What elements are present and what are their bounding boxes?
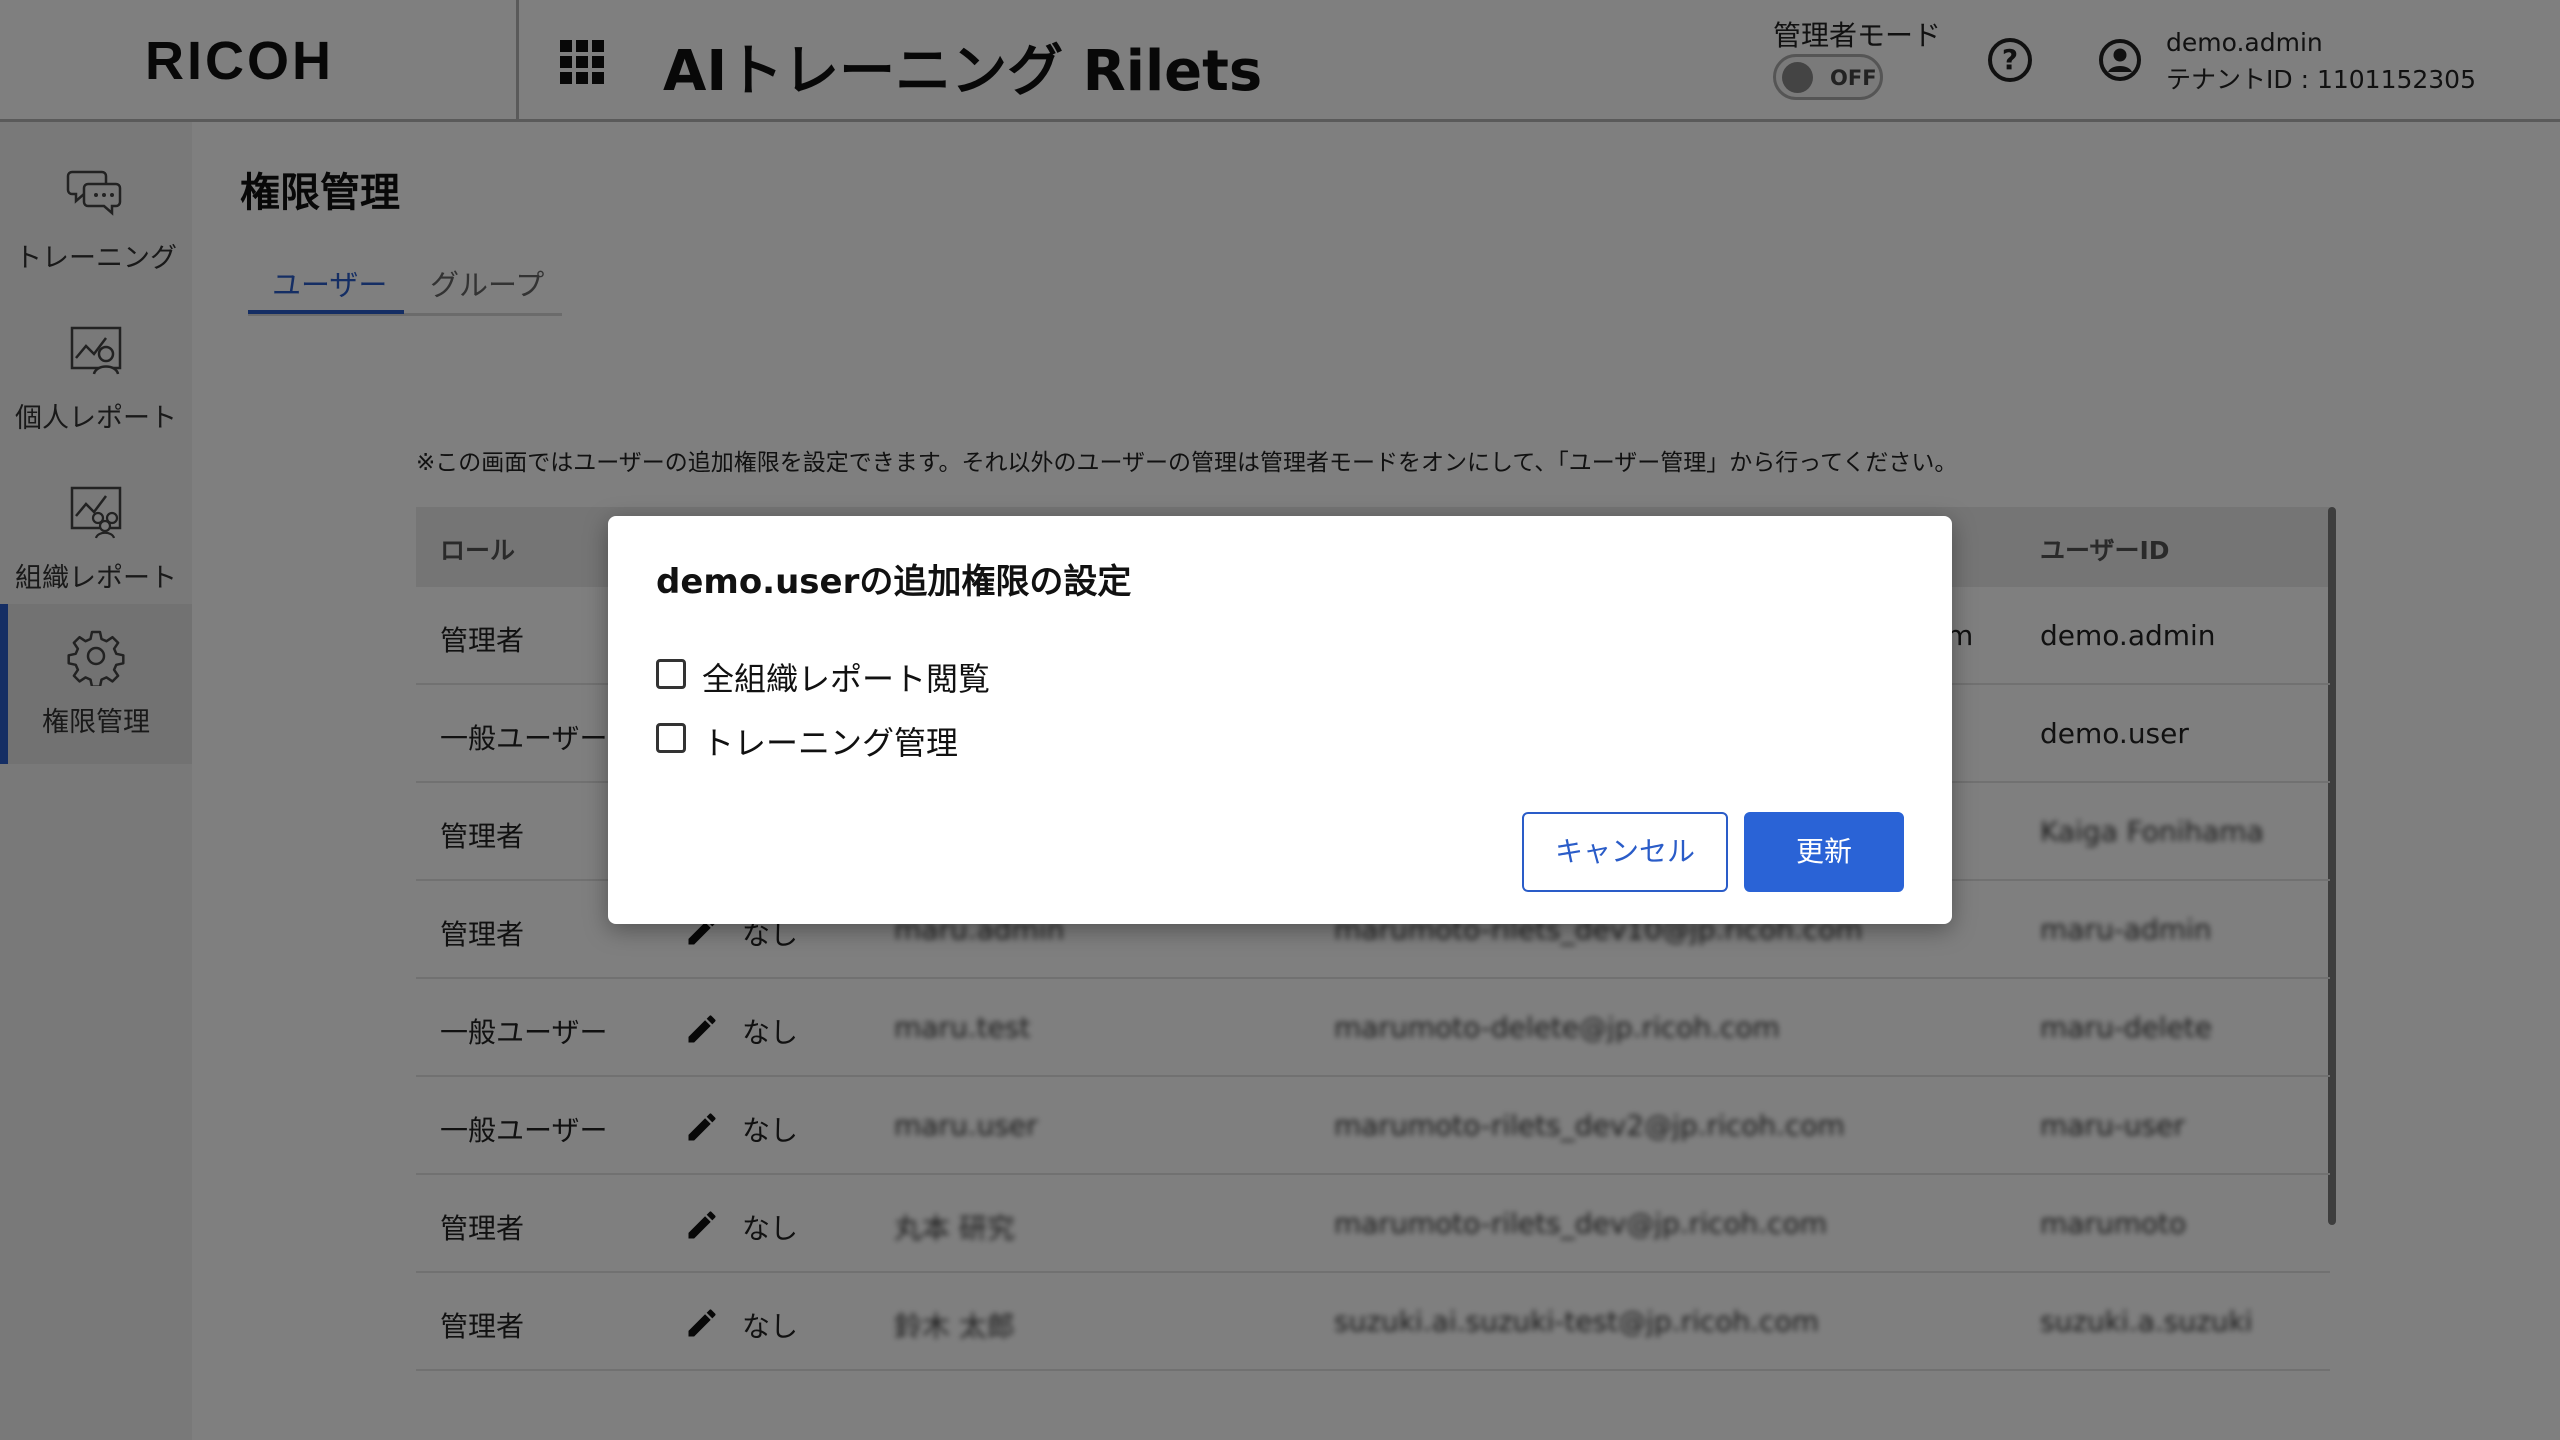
all-org-report-checkbox[interactable]	[656, 659, 686, 689]
dialog-title: demo.userの追加権限の設定	[656, 562, 1132, 602]
permission-dialog: demo.userの追加権限の設定 全組織レポート閲覧 トレーニング管理 キャン…	[608, 516, 1952, 924]
option-label: トレーニング管理	[702, 724, 959, 762]
update-button[interactable]: 更新	[1744, 812, 1904, 892]
training-management-checkbox[interactable]	[656, 723, 686, 753]
option-label: 全組織レポート閲覧	[702, 660, 991, 698]
cancel-button[interactable]: キャンセル	[1522, 812, 1728, 892]
